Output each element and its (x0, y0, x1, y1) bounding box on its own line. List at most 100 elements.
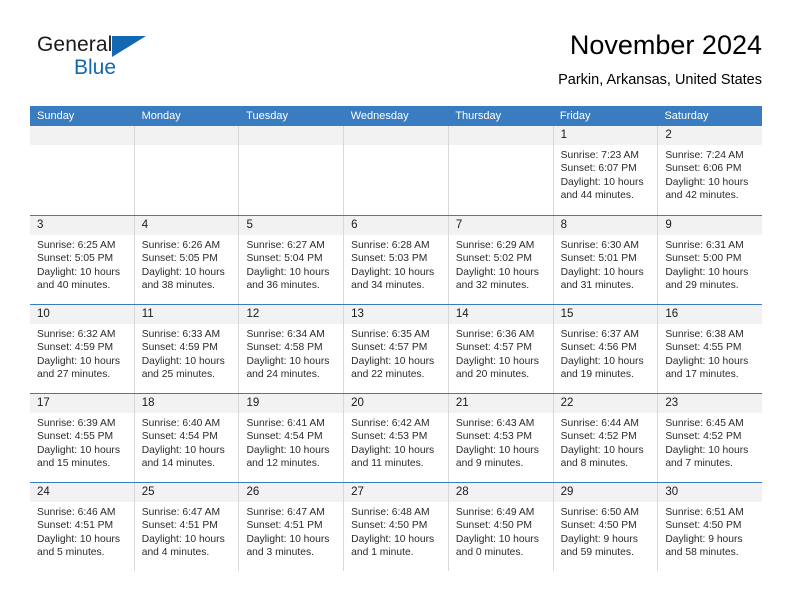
day-cell[interactable]: 24 Sunrise: 6:46 AM Sunset: 4:51 PM Dayligh… (30, 483, 135, 571)
daylight-duration-line2: and 5 minutes. (37, 546, 105, 558)
day-number-band (239, 126, 344, 145)
sunset-time: Sunset: 5:02 PM (455, 253, 533, 265)
logo-text-general: General (37, 33, 113, 56)
day-number: 14 (455, 308, 469, 320)
daylight-duration-line2: and 4 minutes. (141, 546, 210, 558)
daylight-duration-line2: and 25 minutes. (141, 368, 215, 380)
day-cell[interactable]: 23 Sunrise: 6:45 AM Sunset: 4:52 PM Dayligh… (658, 394, 763, 482)
day-number: 10 (37, 308, 50, 320)
day-cell[interactable]: 10 Sunrise: 6:32 AM Sunset: 4:59 PM Dayligh… (30, 305, 135, 393)
day-cell[interactable]: 14 Sunrise: 6:36 AM Sunset: 4:57 PM Dayligh… (448, 305, 554, 393)
daylight-duration-line1: Daylight: 10 hours (560, 444, 644, 456)
daylight-duration-line2: and 14 minutes. (141, 457, 215, 469)
day-cell[interactable]: 7 Sunrise: 6:29 AM Sunset: 5:02 PM Daylight… (448, 216, 554, 304)
sunrise-time: Sunrise: 6:29 AM (455, 240, 535, 251)
day-cell[interactable]: 9 Sunrise: 6:31 AM Sunset: 5:00 PM Daylight… (658, 216, 763, 304)
weekday-header-row: Sunday Monday Tuesday Wednesday Thursday Frid… (30, 106, 762, 126)
sunset-time: Sunset: 5:05 PM (141, 253, 218, 265)
day-cell[interactable]: 28 Sunrise: 6:49 AM Sunset: 4:50 PM Dayligh… (448, 483, 554, 571)
day-cell[interactable]: 1 Sunrise: 7:23 AM Sunset: 6:07 PM Daylight… (553, 126, 659, 215)
daylight-duration-line1: Daylight: 10 hours (351, 355, 435, 367)
day-sun-info: Sunrise: 6:25 AM Sunset: 5:05 PM Daylight:… (30, 235, 134, 292)
day-cell[interactable]: 3 Sunrise: 6:25 AM Sunset: 5:05 PM Daylight… (30, 216, 135, 304)
day-cell[interactable]: 4 Sunrise: 6:26 AM Sunset: 5:05 PM Daylight… (134, 216, 240, 304)
day-sun-info: Sunrise: 6:40 AM Sunset: 4:54 PM Daylight:… (135, 413, 239, 470)
sunrise-time: Sunrise: 6:37 AM (560, 329, 640, 340)
day-cell[interactable]: 21 Sunrise: 6:43 AM Sunset: 4:53 PM Dayligh… (448, 394, 554, 482)
sunrise-time: Sunrise: 6:38 AM (665, 329, 744, 340)
day-cell[interactable]: 11 Sunrise: 6:33 AM Sunset: 4:59 PM Dayligh… (134, 305, 240, 393)
day-number-band: 24 (30, 483, 134, 502)
day-cell[interactable]: 13 Sunrise: 6:35 AM Sunset: 4:57 PM Dayligh… (344, 305, 449, 393)
day-cell[interactable]: 12 Sunrise: 6:34 AM Sunset: 4:58 PM Dayligh… (239, 305, 345, 393)
sunrise-time: Sunrise: 6:31 AM (665, 240, 744, 251)
sunrise-time: Sunrise: 6:34 AM (246, 329, 325, 340)
day-number-band: 27 (344, 483, 448, 502)
day-cell[interactable]: 22 Sunrise: 6:44 AM Sunset: 4:52 PM Dayligh… (553, 394, 659, 482)
daylight-duration-line1: Daylight: 10 hours (455, 266, 539, 278)
sunrise-time: Sunrise: 6:28 AM (351, 240, 430, 251)
sunset-time: Sunset: 4:55 PM (37, 431, 114, 443)
daylight-duration-line1: Daylight: 10 hours (246, 355, 330, 367)
day-number: 15 (560, 308, 574, 320)
sunrise-time: Sunrise: 6:41 AM (246, 418, 325, 429)
day-number-band (134, 126, 239, 145)
daylight-duration-line1: Daylight: 10 hours (37, 355, 120, 367)
day-cell[interactable]: 27 Sunrise: 6:48 AM Sunset: 4:50 PM Dayligh… (344, 483, 449, 571)
day-cell[interactable]: 25 Sunrise: 6:47 AM Sunset: 4:51 PM Dayligh… (134, 483, 240, 571)
generalblue-logo[interactable]: General Blue (37, 34, 152, 82)
daylight-duration-line2: and 7 minutes. (665, 457, 733, 469)
day-cell[interactable]: 19 Sunrise: 6:41 AM Sunset: 4:54 PM Dayligh… (239, 394, 345, 482)
day-number-band: 25 (134, 483, 239, 502)
sunset-time: Sunset: 4:53 PM (455, 431, 533, 443)
daylight-duration-line2: and 8 minutes. (560, 457, 629, 469)
day-sun-info: Sunrise: 6:31 AM Sunset: 5:00 PM Daylight:… (658, 235, 762, 292)
day-number-band (344, 126, 448, 145)
sunrise-time: Sunrise: 6:30 AM (560, 240, 640, 251)
day-sun-info: Sunrise: 6:48 AM Sunset: 4:50 PM Daylight:… (344, 502, 448, 559)
daylight-duration-line1: Daylight: 10 hours (560, 355, 644, 367)
sunset-time: Sunset: 4:58 PM (246, 342, 323, 354)
daylight-duration-line1: Daylight: 10 hours (37, 266, 120, 278)
day-cell[interactable]: 17 Sunrise: 6:39 AM Sunset: 4:55 PM Dayligh… (30, 394, 135, 482)
day-number-band: 21 (448, 394, 553, 413)
day-cell[interactable]: 15 Sunrise: 6:37 AM Sunset: 4:56 PM Dayligh… (553, 305, 659, 393)
day-number-band (30, 126, 134, 145)
daylight-duration-line2: and 17 minutes. (665, 368, 739, 380)
sunset-time: Sunset: 5:00 PM (665, 253, 742, 265)
day-number-band: 12 (239, 305, 344, 324)
day-cell[interactable]: 5 Sunrise: 6:27 AM Sunset: 5:04 PM Daylight… (239, 216, 345, 304)
day-number: 21 (455, 397, 469, 409)
day-cell[interactable]: 16 Sunrise: 6:38 AM Sunset: 4:55 PM Dayligh… (658, 305, 763, 393)
daylight-duration-line2: and 59 minutes. (560, 546, 634, 558)
day-cell[interactable]: 26 Sunrise: 6:47 AM Sunset: 4:51 PM Dayligh… (239, 483, 345, 571)
daylight-duration-line2: and 44 minutes. (560, 189, 634, 201)
day-cell[interactable]: 20 Sunrise: 6:42 AM Sunset: 4:53 PM Dayligh… (344, 394, 449, 482)
day-sun-info: Sunrise: 6:42 AM Sunset: 4:53 PM Daylight:… (344, 413, 448, 470)
calendar-week-row: 3 Sunrise: 6:25 AM Sunset: 5:05 PM Daylight… (30, 215, 763, 304)
day-cell[interactable]: 29 Sunrise: 6:50 AM Sunset: 4:50 PM Dayligh… (553, 483, 659, 571)
day-number-band: 20 (344, 394, 448, 413)
day-number: 16 (665, 308, 679, 320)
day-cell[interactable]: 2 Sunrise: 7:24 AM Sunset: 6:06 PM Daylight… (658, 126, 763, 215)
sunrise-time: Sunrise: 6:44 AM (560, 418, 640, 429)
day-cell[interactable]: 6 Sunrise: 6:28 AM Sunset: 5:03 PM Daylight… (344, 216, 449, 304)
daylight-duration-line1: Daylight: 10 hours (246, 444, 330, 456)
day-number-band: 28 (448, 483, 553, 502)
day-sun-info: Sunrise: 6:47 AM Sunset: 4:51 PM Daylight:… (135, 502, 239, 559)
sunrise-time: Sunrise: 6:47 AM (246, 507, 325, 518)
calendar-week-row: 24 Sunrise: 6:46 AM Sunset: 4:51 PM Dayligh… (30, 482, 763, 571)
day-number: 8 (560, 219, 567, 231)
day-cell[interactable]: 18 Sunrise: 6:40 AM Sunset: 4:54 PM Dayligh… (134, 394, 240, 482)
calendar-week-row: 17 Sunrise: 6:39 AM Sunset: 4:55 PM Dayligh… (30, 393, 763, 482)
day-cell[interactable]: 30 Sunrise: 6:51 AM Sunset: 4:50 PM Dayligh… (658, 483, 763, 571)
day-cell[interactable]: 8 Sunrise: 6:30 AM Sunset: 5:01 PM Daylight… (553, 216, 659, 304)
day-sun-info: Sunrise: 6:28 AM Sunset: 5:03 PM Daylight:… (344, 235, 448, 292)
sunset-time: Sunset: 4:59 PM (141, 342, 218, 354)
day-number-band: 5 (239, 216, 344, 235)
daylight-duration-line1: Daylight: 10 hours (455, 355, 539, 367)
day-number-band: 17 (30, 394, 134, 413)
daylight-duration-line1: Daylight: 10 hours (37, 444, 120, 456)
daylight-duration-line2: and 34 minutes. (351, 279, 425, 291)
sunrise-time: Sunrise: 6:46 AM (37, 507, 116, 518)
